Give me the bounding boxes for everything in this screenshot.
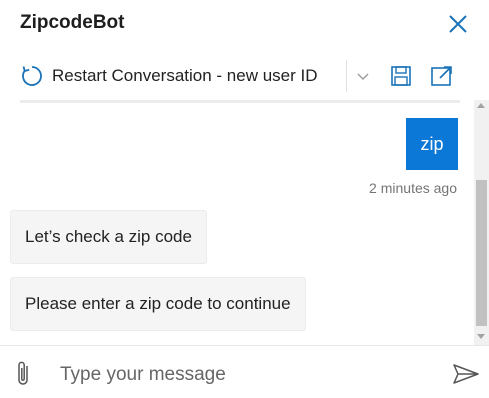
scrollbar-thumb[interactable]: [476, 180, 487, 326]
bot-title: ZipcodeBot: [20, 12, 125, 33]
toolbar-divider: [346, 60, 347, 92]
user-message: zip: [406, 118, 458, 170]
restart-label: Restart Conversation - new user ID: [52, 66, 318, 85]
message-input[interactable]: [56, 358, 436, 392]
restart-icon: [22, 66, 42, 86]
user-message-text: zip: [420, 133, 444, 154]
compose-divider: [0, 345, 489, 346]
bot-message: Please enter a zip code to continue: [10, 277, 306, 331]
scroll-down-arrow-icon[interactable]: [477, 334, 485, 339]
close-icon[interactable]: [446, 12, 470, 36]
save-icon[interactable]: [390, 65, 412, 87]
bot-message-text: Let’s check a zip code: [25, 227, 192, 246]
popout-icon[interactable]: [430, 65, 454, 87]
transcript[interactable]: zip 2 minutes ago Let’s check a zip code…: [0, 100, 489, 345]
restart-conversation-button[interactable]: Restart Conversation - new user ID: [20, 62, 318, 90]
toolbar: Restart Conversation - new user ID: [0, 56, 489, 96]
chevron-down-icon[interactable]: [355, 68, 371, 84]
message-timestamp: 2 minutes ago: [369, 180, 457, 196]
transcript-top-divider: [20, 100, 460, 103]
chat-header: ZipcodeBot: [0, 0, 489, 48]
scroll-up-arrow-icon[interactable]: [477, 103, 485, 108]
bot-message-text: Please enter a zip code to continue: [25, 294, 291, 313]
bot-message: Let’s check a zip code: [10, 210, 207, 264]
transcript-scrollbar[interactable]: [474, 100, 489, 345]
send-icon[interactable]: [452, 362, 480, 386]
paperclip-icon[interactable]: [14, 360, 34, 388]
